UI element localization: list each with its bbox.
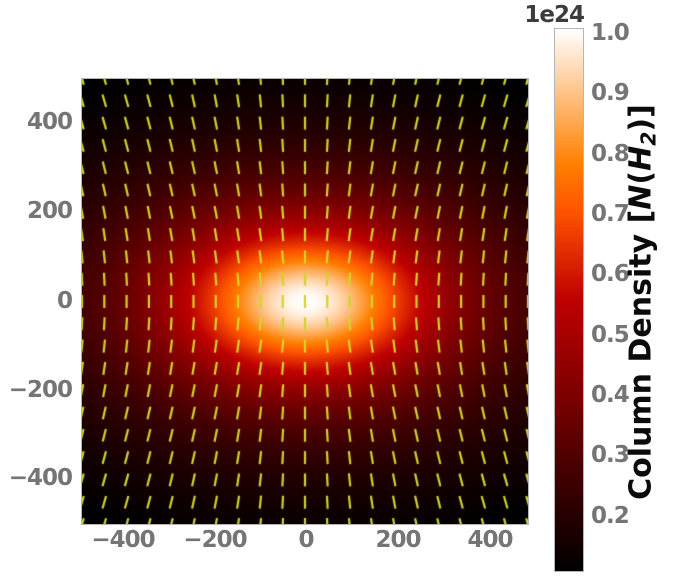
colorbar-gradient-canvas [555, 29, 583, 571]
x-tick-label: 200 [375, 527, 421, 553]
y-tick-label: 400 [26, 109, 73, 135]
colorbar [554, 28, 584, 572]
colorbar-label-prefix: Column Density [ [623, 209, 659, 500]
colorbar-label-close: )] [623, 104, 659, 132]
colorbar-label-H: H [623, 145, 659, 171]
colorbar-tick-label: 1.0 [591, 20, 630, 46]
y-tick-label: 200 [26, 198, 73, 224]
colorbar-axis-label: Column Density [N(H2)] [623, 104, 660, 500]
colorbar-label-N: N [623, 184, 659, 210]
x-tick-label: 400 [467, 527, 513, 553]
colorbar-tick-label: 0.2 [591, 503, 630, 529]
colorbar-offset-label: 1e24 [524, 2, 585, 28]
colorbar-label-subscript: 2 [636, 131, 661, 146]
y-tick-label: −400 [8, 465, 73, 491]
x-tick-label: −400 [91, 527, 155, 553]
y-tick-label: −200 [8, 377, 73, 403]
x-tick-label: −200 [183, 527, 247, 553]
colorbar-tick-label: 0.9 [591, 80, 630, 106]
x-tick-label: 0 [298, 527, 314, 553]
y-tick-label: 0 [56, 288, 73, 314]
colorbar-label-open-paren: ( [623, 170, 659, 185]
polarization-vectors-canvas [82, 79, 528, 524]
density-map-plot [81, 78, 529, 525]
figure: 400 200 0 −200 −400 −400 −200 0 200 400 … [0, 0, 673, 580]
